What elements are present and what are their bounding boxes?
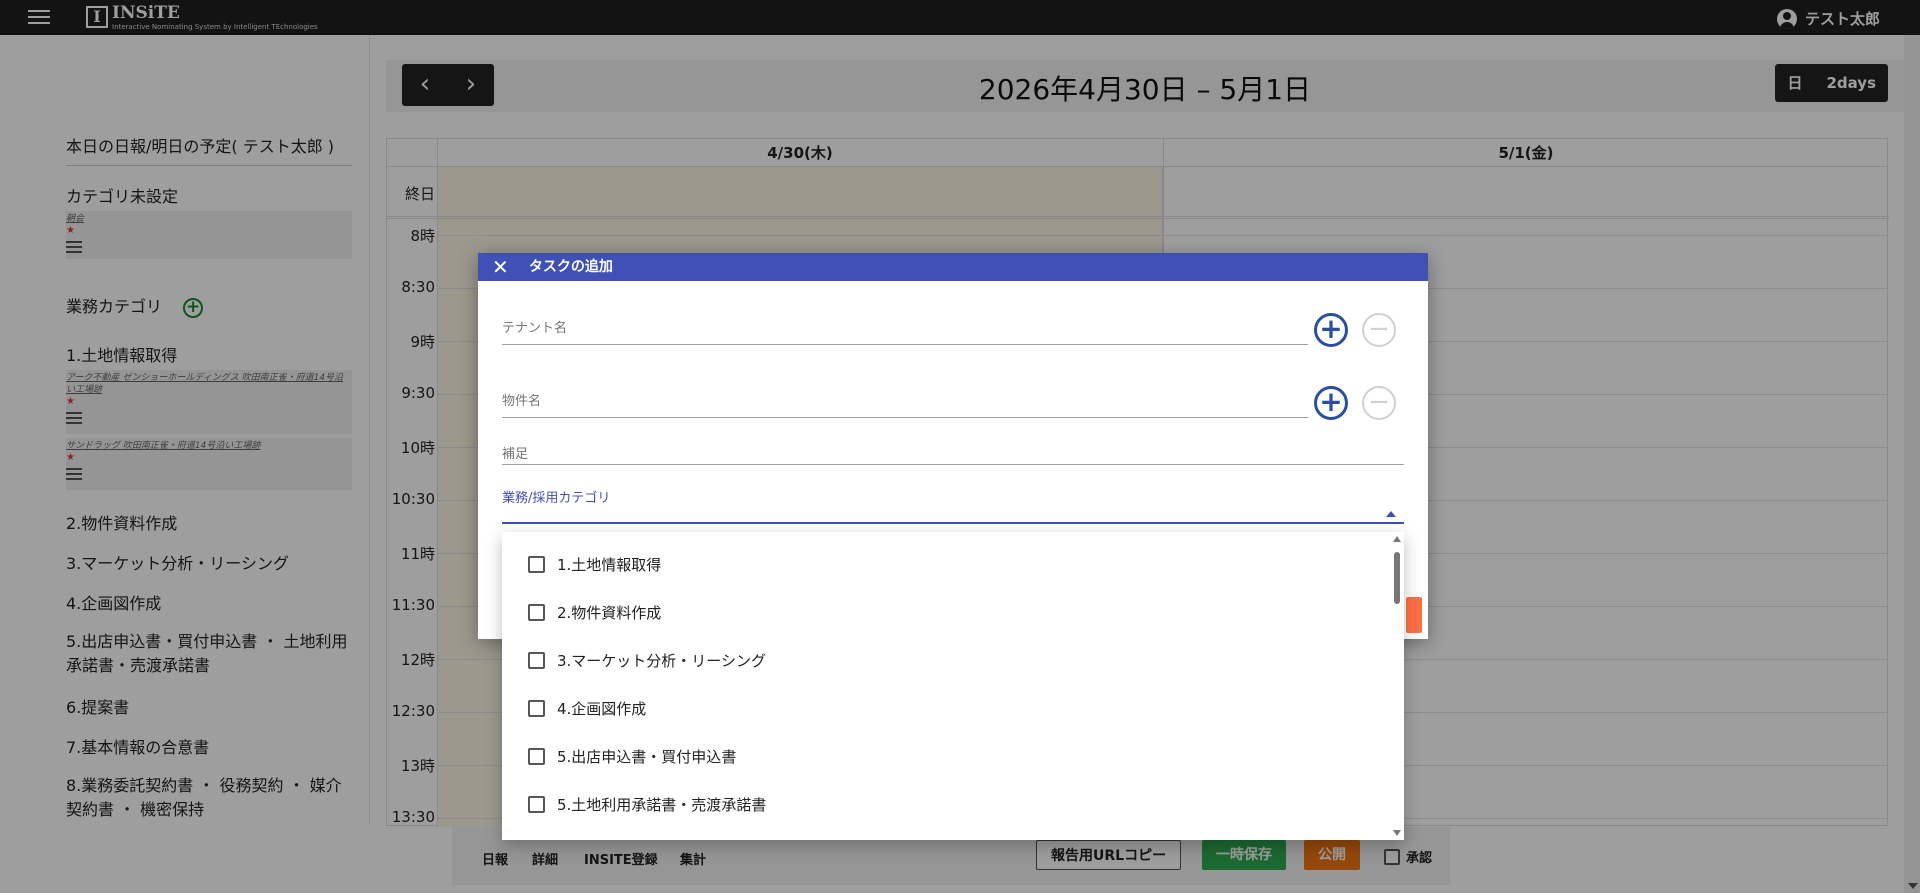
category-option[interactable]: 5.出店申込書・買付申込書 [528,744,736,768]
checkbox-icon[interactable] [528,699,545,717]
option-label: 5.土地利用承諾書・売渡承諾書 [557,795,767,814]
option-label: 1.土地情報取得 [557,555,662,574]
checkbox-icon[interactable] [528,603,545,621]
scroll-up-icon[interactable] [1393,536,1401,542]
dropdown-arrow-icon[interactable] [1386,511,1396,517]
scroll-down-icon[interactable] [1393,830,1401,836]
category-select-label[interactable]: 業務/採用カテゴリ [502,487,610,506]
add-tenant-icon[interactable]: + [1314,313,1348,347]
category-option[interactable]: 3.マーケット分析・リーシング [528,648,766,672]
dropdown-scrollbar[interactable] [1390,532,1404,840]
category-option[interactable]: 2.物件資料作成 [528,600,661,624]
category-option[interactable]: 5.土地利用承諾書・売渡承諾書 [528,792,766,816]
tenant-name-field[interactable]: テナント名 [502,315,1308,345]
category-option[interactable]: 4.企画図作成 [528,696,646,720]
option-label: 5.出店申込書・買付申込書 [557,747,737,766]
property-name-field[interactable]: 物件名 [502,388,1308,418]
dialog-header: ✕ タスクの追加 [478,253,1428,281]
category-option[interactable]: 1.土地情報取得 [528,552,661,576]
option-label: 2.物件資料作成 [557,603,662,622]
scroll-thumb[interactable] [1394,552,1400,604]
checkbox-icon[interactable] [528,747,545,765]
category-dropdown: 1.土地情報取得 2.物件資料作成 3.マーケット分析・リーシング 4.企画図作… [502,532,1404,840]
checkbox-icon[interactable] [528,651,545,669]
option-label: 4.企画図作成 [557,699,647,718]
remove-tenant-icon[interactable]: − [1362,313,1396,347]
note-field[interactable]: 補足 [502,445,1404,465]
remove-property-icon[interactable]: − [1362,386,1396,420]
dialog-action-button[interactable] [1406,597,1422,633]
checkbox-icon[interactable] [528,795,545,813]
option-label: 3.マーケット分析・リーシング [557,651,767,670]
dialog-title: タスクの追加 [528,259,613,275]
close-icon[interactable]: ✕ [492,254,512,280]
add-property-icon[interactable]: + [1314,386,1348,420]
category-select-underline [502,522,1404,524]
checkbox-icon[interactable] [528,555,545,573]
